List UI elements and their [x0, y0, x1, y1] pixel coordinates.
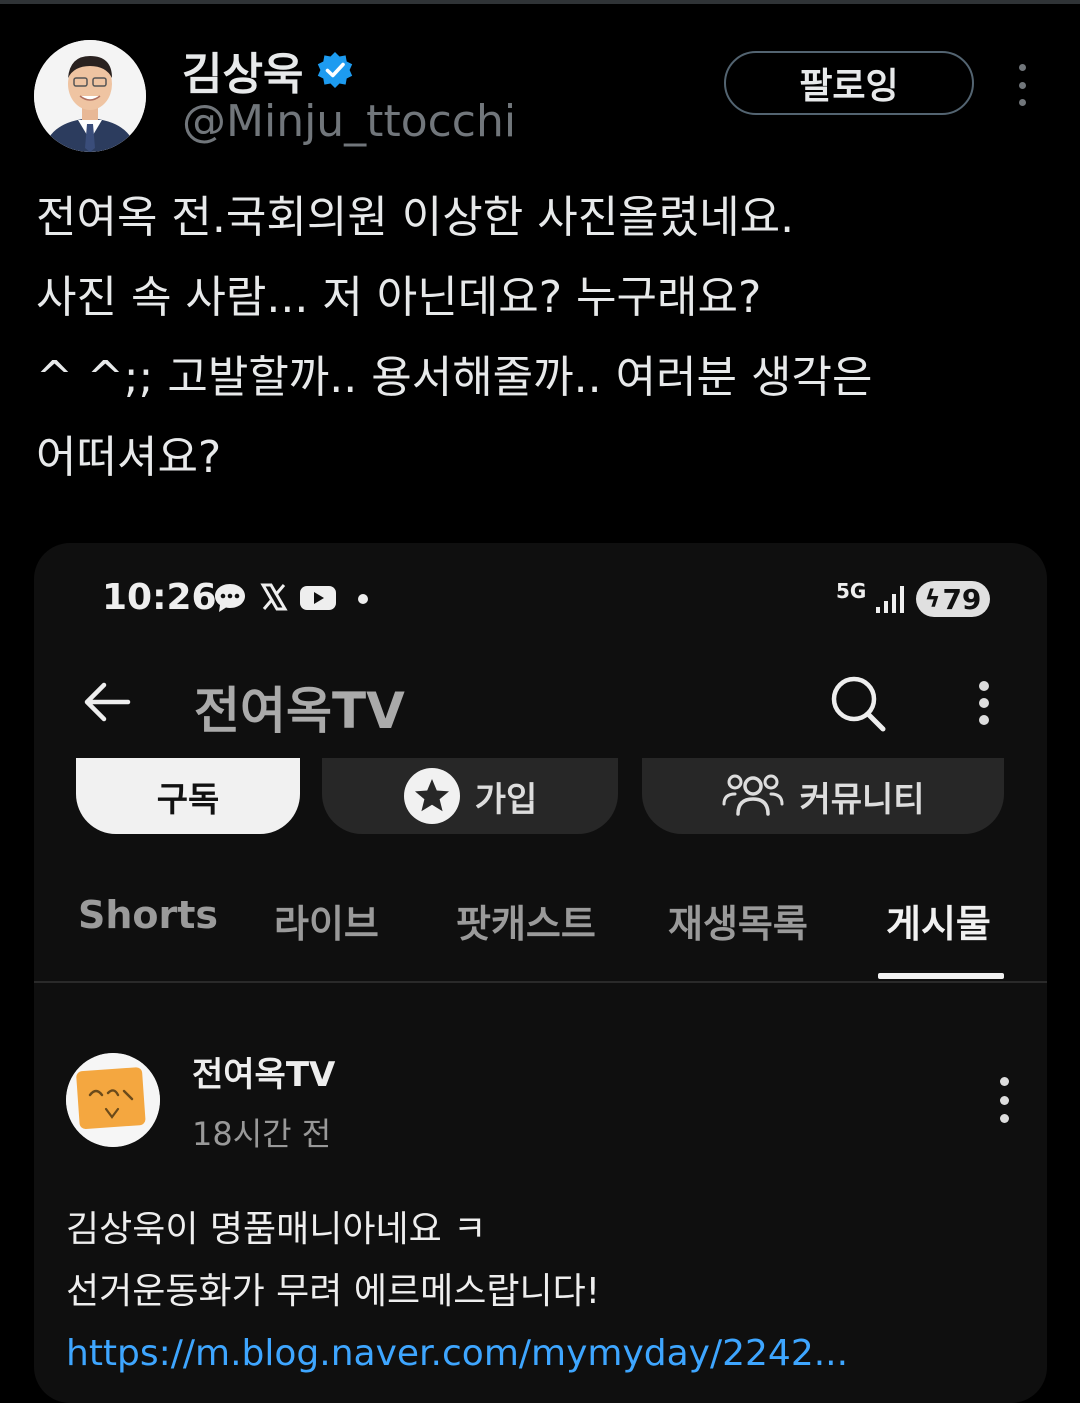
dot — [979, 698, 989, 708]
profile-avatar[interactable] — [34, 40, 146, 152]
dot — [999, 1077, 1009, 1086]
tab-playlists[interactable]: 재생목록 — [668, 893, 808, 948]
tab-podcasts[interactable]: 팟캐스트 — [456, 893, 596, 948]
dot — [1018, 81, 1026, 89]
tweet-text-line: 사진 속 사람... 저 아닌데요? 누구래요? — [36, 272, 762, 323]
top-divider — [0, 0, 1080, 4]
post-link[interactable]: https://m.blog.naver.com/mymyday/2242... — [66, 1323, 848, 1385]
tweet-text-line: ^ ^;; 고발할까.. 용서해줄까.. 여러분 생각은 — [36, 352, 873, 403]
dot-icon — [358, 594, 368, 604]
post-channel-name[interactable]: 전여옥TV — [192, 1047, 335, 1096]
x-logo-icon — [260, 583, 288, 611]
bolt-icon: ϟ — [924, 585, 941, 613]
community-button[interactable]: 커뮤니티 — [642, 758, 1004, 834]
post-text-line: 선거운동화가 무려 에르메스랍니다! — [66, 1271, 601, 1312]
subscribe-label: 구독 — [156, 779, 220, 820]
star-badge-icon — [403, 768, 460, 824]
community-label: 커뮤니티 — [799, 779, 925, 820]
tab-posts[interactable]: 게시물 — [886, 893, 991, 948]
dot — [999, 1095, 1009, 1105]
tweet-text: 전여옥 전.국회의원 이상한 사진올렸네요. 사진 속 사람... 저 아닌데요… — [36, 178, 1046, 498]
more-options-icon[interactable] — [1010, 64, 1034, 106]
battery-indicator: ϟ 79 — [916, 581, 990, 617]
dot — [1018, 64, 1026, 71]
post-channel-avatar[interactable] — [66, 1053, 160, 1147]
dot — [999, 1114, 1009, 1123]
following-button[interactable]: 팔로잉 — [724, 51, 974, 115]
dot — [1018, 99, 1026, 106]
user-handle[interactable]: @Minju_ttocchi — [182, 96, 516, 147]
tab-shorts[interactable]: Shorts — [78, 893, 218, 937]
post-timestamp: 18시간 전 — [192, 1115, 332, 1153]
join-button[interactable]: 가입 — [322, 758, 618, 834]
battery-level: 79 — [942, 582, 982, 616]
post-more-icon[interactable] — [998, 1077, 1010, 1123]
channel-more-icon[interactable] — [978, 681, 990, 725]
join-label: 가입 — [474, 779, 538, 820]
signal-icon — [876, 586, 904, 613]
active-tab-indicator — [878, 973, 1004, 979]
tweet-author[interactable]: 김상욱 — [182, 38, 355, 102]
verified-badge-icon — [318, 52, 353, 88]
tab-live[interactable]: 라이브 — [274, 893, 379, 948]
status-time: 10:26 — [102, 577, 217, 618]
subscribe-button[interactable]: 구독 — [76, 758, 300, 834]
dot — [979, 715, 989, 725]
display-name[interactable]: 김상욱 — [182, 38, 303, 102]
channel-tabs: Shorts 라이브 팟캐스트 재생목록 게시물 — [34, 873, 1047, 983]
tweet-text-line: 전여옥 전.국회의원 이상한 사진올렸네요. — [36, 192, 795, 243]
search-icon[interactable] — [828, 673, 888, 733]
youtube-icon — [300, 586, 336, 610]
channel-title: 전여옥TV — [194, 682, 405, 740]
post-text-line: 김상욱이 명품매니아네요 ㅋ — [66, 1209, 487, 1250]
tweet-text-line: 어떠셔요? — [36, 432, 222, 483]
phone-status-bar: 10:26 5G ϟ 79 — [34, 543, 1047, 653]
channel-header: 전여옥TV — [34, 653, 1047, 753]
tweet-media-image[interactable]: 10:26 5G ϟ 79 전여옥TV 구독 가입 커뮤니티 Shorts 라이… — [34, 543, 1047, 1403]
back-arrow-icon[interactable] — [80, 675, 134, 729]
people-icon — [722, 774, 784, 816]
chat-bubble-icon — [215, 584, 245, 612]
post-body: 김상욱이 명품매니아네요 ㅋ 선거운동화가 무려 에르메스랍니다! https:… — [66, 1199, 848, 1385]
network-type: 5G — [836, 579, 867, 603]
dot — [979, 681, 989, 691]
